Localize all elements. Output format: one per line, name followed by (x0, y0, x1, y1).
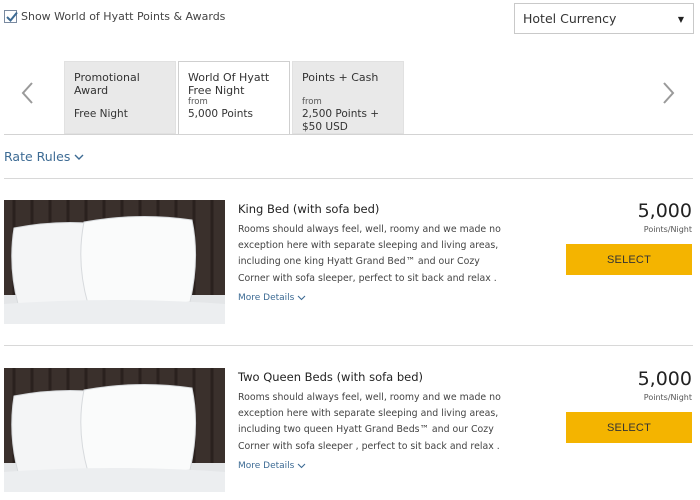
tab-value: 2,500 Points + (302, 108, 380, 120)
chevron-down-icon (297, 463, 306, 469)
room-title: Two Queen Beds (with sofa bed) (238, 370, 424, 384)
more-details-label: More Details (238, 293, 295, 303)
section-divider (4, 178, 693, 179)
more-details-link[interactable]: More Details (238, 461, 306, 471)
chevron-right-icon (663, 82, 675, 104)
points-price: 5,000 (637, 200, 692, 222)
rate-rules-label: Rate Rules (4, 149, 71, 164)
tab-from-label: from (188, 97, 208, 107)
more-details-link[interactable]: More Details (238, 293, 306, 303)
tabs-underline-divider (4, 134, 693, 135)
rate-tabs-carousel: Promotional Award Free Night World Of Hy… (0, 60, 700, 134)
room-photo (4, 200, 225, 324)
checkmark-icon (6, 11, 18, 22)
tab-title-line2 (302, 84, 394, 97)
tab-value-cash: $50 USD (302, 121, 348, 133)
room-description: Rooms should always feel, well, roomy an… (238, 224, 501, 284)
tab-title-line2: Award (74, 84, 109, 97)
dropdown-caret-icon: ▼ (677, 15, 684, 24)
room-card: King Bed (with sofa bed) Rooms should al… (4, 200, 694, 325)
tab-from-label: from (302, 97, 322, 107)
show-points-checkbox[interactable] (4, 10, 18, 23)
show-points-label[interactable]: Show World of Hyatt Points & Awards (21, 10, 225, 23)
tab-points-plus-cash[interactable]: Points + Cash from 2,500 Points + $50 US… (292, 61, 404, 134)
points-unit: Points/Night (643, 393, 692, 402)
currency-dropdown[interactable]: Hotel Currency ▼ (514, 3, 694, 34)
tab-title-line1: World Of Hyatt (188, 71, 270, 84)
room-card: Two Queen Beds (with sofa bed) Rooms sho… (4, 368, 694, 493)
chevron-left-icon (21, 82, 33, 104)
carousel-prev-button[interactable] (16, 78, 40, 108)
show-points-toggle[interactable]: Show World of Hyatt Points & Awards (4, 10, 225, 23)
points-unit: Points/Night (643, 225, 692, 234)
carousel-next-button[interactable] (656, 78, 680, 108)
points-price: 5,000 (637, 368, 692, 390)
tab-title-line1: Promotional (74, 71, 140, 84)
tab-world-of-hyatt-free-night[interactable]: World Of Hyatt Free Night from 5,000 Poi… (178, 61, 290, 134)
currency-selected-value: Hotel Currency (523, 11, 617, 26)
select-button[interactable]: SELECT (566, 412, 692, 443)
rate-rules-link[interactable]: Rate Rules (4, 149, 84, 164)
tab-promotional-award[interactable]: Promotional Award Free Night (64, 61, 176, 134)
chevron-down-icon (297, 295, 306, 301)
chevron-down-icon (74, 154, 84, 160)
tab-title-line2: Free Night (188, 84, 245, 97)
room-divider (4, 345, 693, 346)
room-title: King Bed (with sofa bed) (238, 202, 380, 216)
more-details-label: More Details (238, 461, 295, 471)
tab-title-line1: Points + Cash (302, 71, 379, 84)
room-description: Rooms should always feel, well, roomy an… (238, 392, 501, 452)
tab-value: 5,000 Points (188, 108, 253, 120)
select-button-label: SELECT (607, 253, 651, 266)
tab-value: Free Night (74, 108, 128, 120)
select-button-label: SELECT (607, 421, 651, 434)
select-button[interactable]: SELECT (566, 244, 692, 275)
top-bar: Show World of Hyatt Points & Awards Hote… (0, 0, 700, 38)
tab-from-label (74, 97, 166, 108)
room-photo (4, 368, 225, 492)
